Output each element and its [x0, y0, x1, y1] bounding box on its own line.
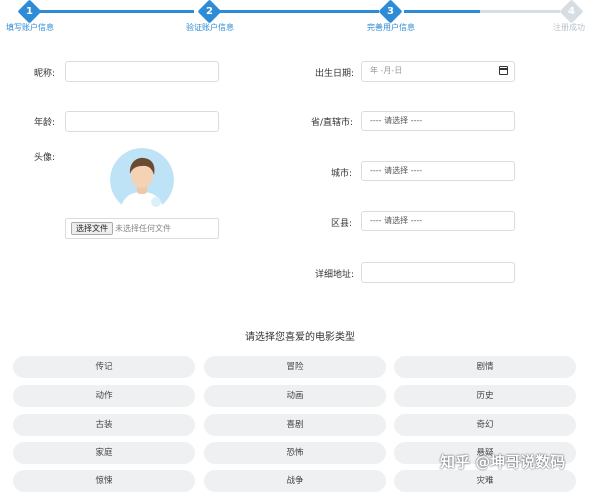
step-4-label: 注册成功 — [553, 23, 585, 32]
genre-chip-animation[interactable]: 动画 — [204, 385, 386, 407]
step-connector-3a — [404, 10, 480, 13]
birthday-date-input[interactable]: 年 -月-日 — [361, 61, 515, 82]
avatar-label: 头像: — [34, 153, 56, 163]
genre-section-title: 请选择您喜爱的电影类型 — [245, 332, 355, 343]
age-label: 年龄: — [34, 118, 56, 128]
genre-chip-costume[interactable]: 古装 — [13, 414, 195, 436]
step-3-number: 3 — [387, 6, 394, 17]
avatar-file-picker: 选择文件 未选择任何文件 — [65, 218, 219, 239]
avatar-image — [110, 148, 174, 212]
genre-chip-biography[interactable]: 传记 — [13, 356, 195, 378]
step-connector-1 — [38, 10, 194, 13]
province-select[interactable]: ---- 请选择 ---- — [361, 111, 515, 131]
district-label: 区县: — [331, 219, 353, 229]
step-2-number: 2 — [206, 6, 213, 17]
genre-chip-drama[interactable]: 剧情 — [394, 356, 576, 378]
genre-chip-comedy[interactable]: 喜剧 — [204, 414, 386, 436]
nickname-input[interactable] — [65, 61, 219, 82]
step-2-label: 验证账户信息 — [186, 23, 234, 32]
nickname-label: 昵称: — [34, 69, 56, 79]
watermark-text: 知乎 @坤哥说数码 — [440, 453, 566, 471]
step-1-number: 1 — [26, 6, 33, 17]
district-select[interactable]: ---- 请选择 ---- — [361, 211, 515, 231]
city-select[interactable]: ---- 请选择 ---- — [361, 161, 515, 181]
step-1-label: 填写账户信息 — [6, 23, 54, 32]
step-connector-3b — [480, 10, 560, 13]
genre-chip-adventure[interactable]: 冒险 — [204, 356, 386, 378]
birthday-label: 出生日期: — [315, 69, 355, 79]
birthday-placeholder: 年 -月-日 — [370, 66, 403, 75]
registration-stepper: 1 填写账户信息 2 验证账户信息 3 完善用户信息 4 注册成功 — [0, 0, 600, 36]
city-label: 城市: — [331, 169, 353, 179]
genre-chip-history[interactable]: 历史 — [394, 385, 576, 407]
age-input[interactable] — [65, 111, 219, 132]
genre-chip-family[interactable]: 家庭 — [13, 442, 195, 464]
step-4-number: 4 — [568, 6, 575, 17]
step-connector-2 — [219, 10, 379, 13]
address-input[interactable] — [361, 262, 515, 283]
province-label: 省/直辖市: — [311, 118, 354, 128]
choose-file-button[interactable]: 选择文件 — [71, 222, 113, 235]
genre-chip-action[interactable]: 动作 — [13, 385, 195, 407]
genre-chip-disaster[interactable]: 灾难 — [394, 470, 576, 492]
genre-chip-fantasy[interactable]: 奇幻 — [394, 414, 576, 436]
calendar-icon[interactable] — [499, 66, 508, 75]
genre-chip-war[interactable]: 战争 — [204, 470, 386, 492]
file-status-text: 未选择任何文件 — [115, 224, 171, 233]
genre-chip-thriller[interactable]: 惊悚 — [13, 470, 195, 492]
step-3-label: 完善用户信息 — [367, 23, 415, 32]
address-label: 详细地址: — [315, 270, 355, 280]
genre-chip-horror[interactable]: 恐怖 — [204, 442, 386, 464]
